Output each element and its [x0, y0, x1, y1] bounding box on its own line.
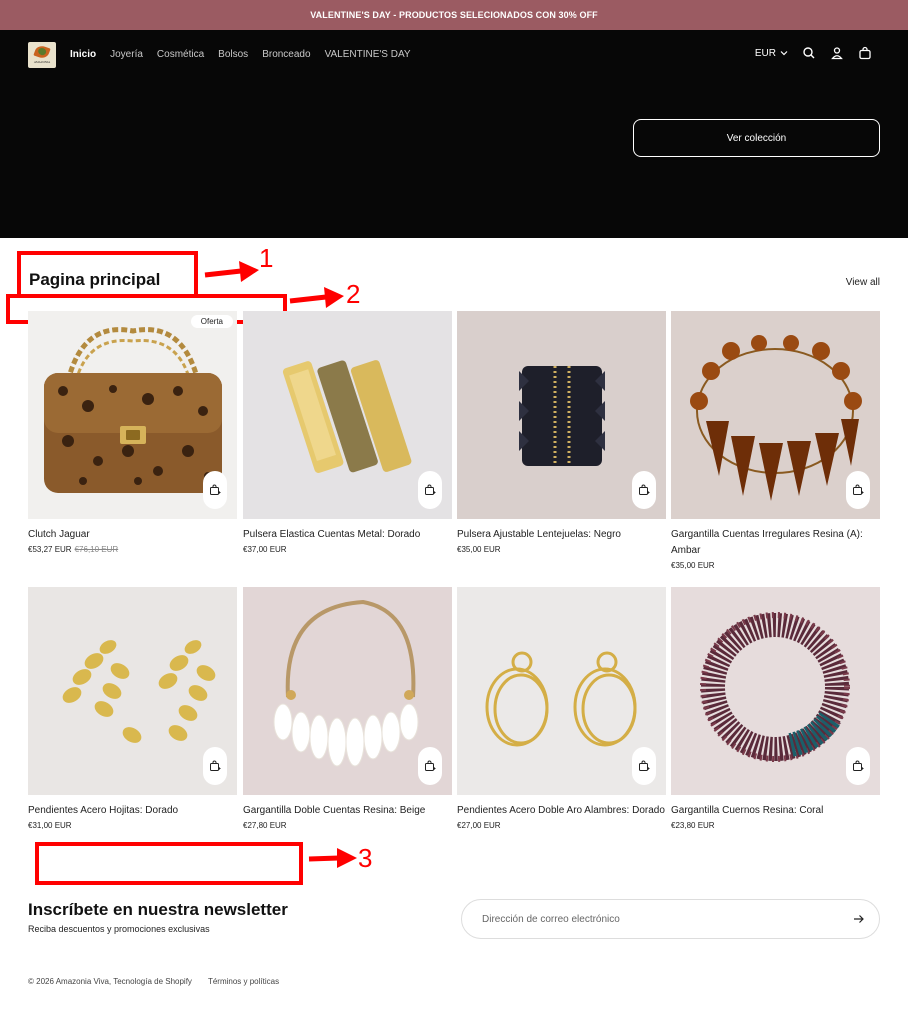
currency-label: EUR — [754, 47, 776, 59]
footer: © 2026 Amazonia Viva, Tecnología de Shop… — [28, 977, 279, 986]
header-hero: AMAZONIA Inicio Joyería Cosmética Bolsos… — [0, 30, 908, 238]
add-to-cart-button[interactable] — [203, 471, 227, 509]
product-card[interactable]: Gargantilla Cuernos Resina: Coral €23,80… — [671, 587, 880, 833]
store-logo[interactable]: AMAZONIA — [28, 42, 56, 68]
product-card[interactable]: Pendientes Acero Doble Aro Alambres: Dor… — [457, 587, 666, 833]
add-to-cart-button[interactable] — [632, 471, 656, 509]
annotation-arrow-1 — [204, 261, 259, 282]
product-title[interactable]: Gargantilla Cuentas Irregulares Resina (… — [671, 527, 880, 559]
currency-selector[interactable]: EUR — [755, 48, 788, 59]
terms-link[interactable]: Términos y políticas — [208, 977, 279, 986]
cart-icon[interactable] — [858, 46, 872, 60]
product-title[interactable]: Pulsera Elastica Cuentas Metal: Dorado — [243, 527, 452, 543]
product-image[interactable] — [28, 587, 237, 795]
add-to-cart-icon — [425, 760, 436, 771]
product-price: €37,00 EUR — [243, 545, 287, 554]
product-image[interactable] — [671, 587, 880, 795]
nav-item-valentines[interactable]: VALENTINE'S DAY — [325, 49, 411, 60]
product-title[interactable]: Clutch Jaguar — [28, 527, 237, 543]
product-price: €35,00 EUR — [671, 561, 715, 570]
logo-text: AMAZONIA — [33, 60, 51, 64]
product-price: €27,80 EUR — [243, 821, 287, 830]
product-price: €27,00 EUR — [457, 821, 501, 830]
chevron-down-icon — [780, 51, 788, 56]
product-title[interactable]: Gargantilla Cuernos Resina: Coral — [671, 803, 880, 819]
product-title[interactable]: Gargantilla Doble Cuentas Resina: Beige — [243, 803, 452, 819]
product-price: €31,00 EUR — [28, 821, 72, 830]
annotation-number-3: 3 — [358, 843, 373, 873]
product-image[interactable] — [243, 587, 452, 795]
product-image[interactable]: Oferta — [28, 311, 237, 519]
product-image[interactable] — [243, 311, 452, 519]
product-title[interactable]: Pulsera Ajustable Lentejuelas: Negro — [457, 527, 666, 543]
add-to-cart-icon — [639, 484, 650, 495]
add-to-cart-button[interactable] — [846, 747, 870, 785]
compare-price: €76,10 EUR — [74, 545, 119, 554]
product-card[interactable]: Oferta Clutch Jaguar €53,27 EUR €76,10 EU… — [28, 311, 237, 557]
announcement-bar: VALENTINE'S DAY - PRODUCTOS SELECIONADOS… — [0, 0, 908, 30]
product-card[interactable]: Pulsera Ajustable Lentejuelas: Negro €35… — [457, 311, 666, 557]
annotation-number-1: 1 — [259, 243, 274, 273]
add-to-cart-button[interactable] — [203, 747, 227, 785]
add-to-cart-button[interactable] — [632, 747, 656, 785]
product-price: €23,80 EUR — [671, 821, 715, 830]
sale-price: €53,27 EUR — [28, 545, 72, 554]
nav-item-inicio[interactable]: Inicio — [70, 49, 96, 60]
annotation-arrow-3 — [308, 848, 357, 868]
email-field[interactable] — [482, 913, 853, 925]
product-image[interactable] — [457, 587, 666, 795]
add-to-cart-button[interactable] — [846, 471, 870, 509]
annotation-box-3 — [35, 842, 303, 885]
nav-item-joyeria[interactable]: Joyería — [110, 49, 143, 60]
arrow-right-icon[interactable] — [853, 913, 865, 925]
nav-item-cosmetica[interactable]: Cosmética — [157, 49, 204, 60]
product-image[interactable] — [671, 311, 880, 519]
newsletter-subtitle: Reciba descuentos y promociones exclusiv… — [28, 924, 210, 934]
add-to-cart-icon — [853, 760, 864, 771]
add-to-cart-icon — [425, 484, 436, 495]
add-to-cart-icon — [210, 484, 221, 495]
product-card[interactable]: Gargantilla Cuentas Irregulares Resina (… — [671, 311, 880, 573]
nav-item-bronceado[interactable]: Bronceado — [262, 49, 310, 60]
product-card[interactable]: Gargantilla Doble Cuentas Resina: Beige … — [243, 587, 452, 833]
copyright-text: © 2026 Amazonia Viva, Tecnología de Shop… — [28, 977, 192, 986]
account-icon[interactable] — [830, 46, 844, 60]
product-card[interactable]: Pendientes Acero Hojitas: Dorado €31,00 … — [28, 587, 237, 833]
leaf-logo-icon — [33, 43, 51, 61]
add-to-cart-icon — [853, 484, 864, 495]
product-price: €35,00 EUR — [457, 545, 501, 554]
nav-item-bolsos[interactable]: Bolsos — [218, 49, 248, 60]
main-nav: Inicio Joyería Cosmética Bolsos Broncead… — [70, 49, 411, 60]
view-all-link[interactable]: View all — [846, 277, 880, 288]
add-to-cart-icon — [639, 760, 650, 771]
add-to-cart-button[interactable] — [418, 471, 442, 509]
view-collection-button[interactable]: Ver colección — [633, 119, 880, 157]
product-image[interactable] — [457, 311, 666, 519]
search-icon[interactable] — [802, 46, 816, 60]
product-title[interactable]: Pendientes Acero Hojitas: Dorado — [28, 803, 237, 819]
add-to-cart-button[interactable] — [418, 747, 442, 785]
sale-badge: Oferta — [190, 315, 233, 328]
product-card[interactable]: Pulsera Elastica Cuentas Metal: Dorado €… — [243, 311, 452, 557]
product-title[interactable]: Pendientes Acero Doble Aro Alambres: Dor… — [457, 803, 666, 819]
add-to-cart-icon — [210, 760, 221, 771]
annotation-box-1 — [17, 251, 198, 298]
header-actions: EUR — [755, 46, 872, 60]
newsletter-form — [461, 899, 880, 939]
annotation-number-2: 2 — [346, 279, 361, 309]
annotation-arrow-2 — [289, 287, 344, 308]
newsletter-title: Inscríbete en nuestra newsletter — [28, 900, 288, 919]
product-price: €53,27 EUR €76,10 EUR — [28, 543, 237, 557]
